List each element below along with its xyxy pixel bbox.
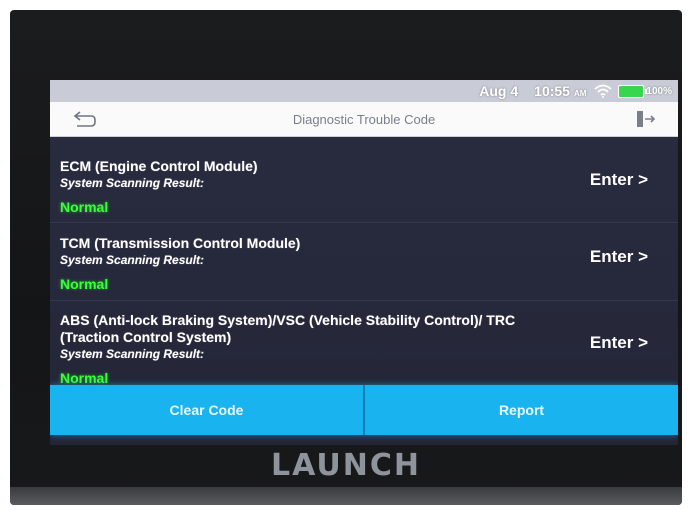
divider <box>50 300 678 301</box>
enter-button-abs[interactable]: Enter > <box>590 333 648 353</box>
scan-label: System Scanning Result: <box>60 347 205 361</box>
title-bar: Diagnostic Trouble Code <box>50 102 678 137</box>
list-item-abs[interactable]: ABS (Anti-lock Braking System)/VSC (Vehi… <box>60 312 668 386</box>
module-name: TCM (Transmission Control Module) <box>60 235 301 251</box>
module-name: ECM (Engine Control Module) <box>60 158 258 174</box>
status-badge: Normal <box>60 199 109 215</box>
device-bezel-bottom <box>10 487 682 505</box>
status-badge: Normal <box>60 276 109 292</box>
tablet-device: Aug 4 10:55 AM 100% Diagnostic Trouble C… <box>10 10 682 505</box>
enter-button-tcm[interactable]: Enter > <box>590 247 648 267</box>
clear-code-button[interactable]: Clear Code <box>50 385 363 435</box>
status-time: 10:55 <box>534 83 570 99</box>
scan-label: System Scanning Result: <box>60 253 205 267</box>
action-bar: Clear Code Report <box>50 385 678 435</box>
status-ampm: AM <box>573 88 587 98</box>
report-button[interactable]: Report <box>365 385 678 435</box>
status-date: Aug 4 <box>479 83 519 99</box>
wifi-icon <box>594 84 613 98</box>
screen: Aug 4 10:55 AM 100% Diagnostic Trouble C… <box>50 80 678 445</box>
status-badge: Normal <box>60 370 109 386</box>
launch-logo: LAUNCH <box>270 448 421 483</box>
battery-percent: 100% <box>646 85 672 97</box>
scan-label: System Scanning Result: <box>60 176 205 190</box>
list-item-tcm[interactable]: TCM (Transmission Control Module) System… <box>60 235 668 292</box>
module-name: ABS (Anti-lock Braking System)/VSC (Vehi… <box>60 312 516 345</box>
list-item-ecm[interactable]: ECM (Engine Control Module) System Scann… <box>60 158 668 215</box>
page-title: Diagnostic Trouble Code <box>292 111 436 127</box>
back-icon[interactable] <box>72 109 98 129</box>
battery-icon <box>618 84 648 98</box>
enter-button-ecm[interactable]: Enter > <box>590 170 648 190</box>
exit-icon[interactable] <box>634 110 656 128</box>
status-bar: Aug 4 10:55 AM 100% <box>50 80 678 102</box>
divider <box>50 222 678 223</box>
